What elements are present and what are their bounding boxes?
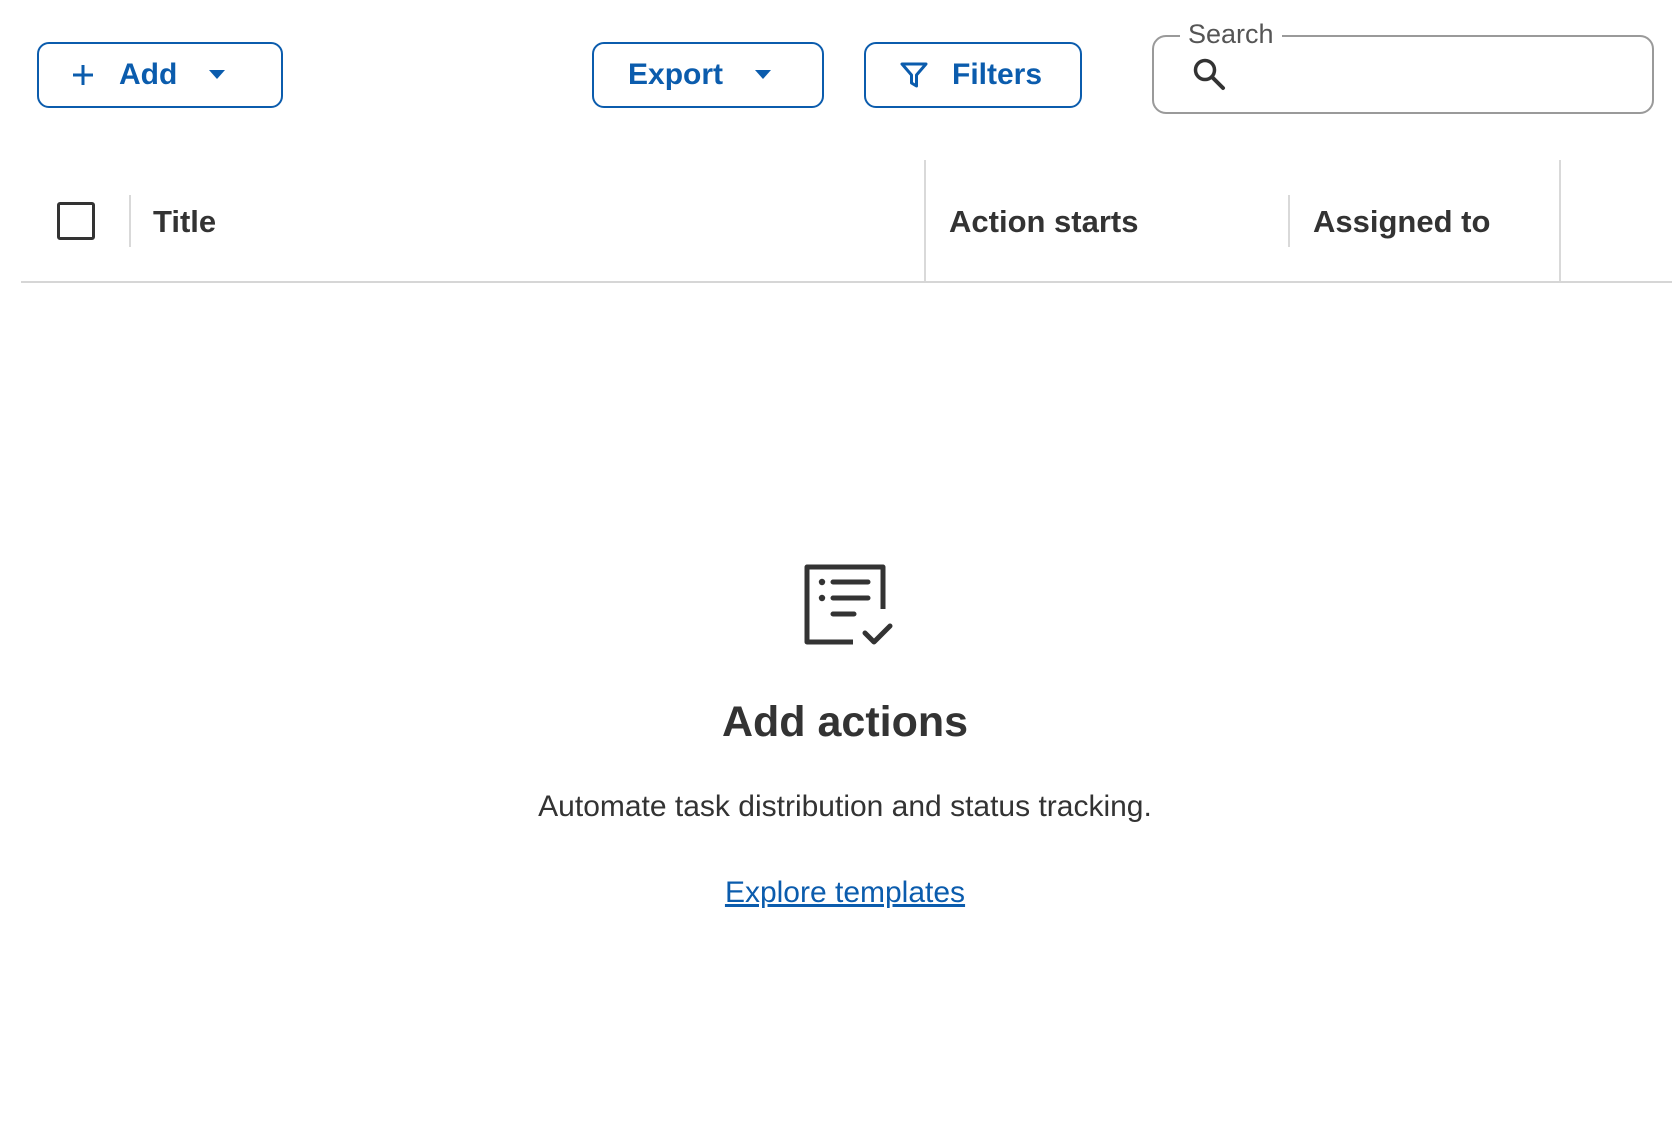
search-field[interactable]: Search [1152,17,1654,114]
plus-icon [71,63,95,87]
empty-state-description: Automate task distribution and status tr… [538,790,1152,823]
explore-templates-link[interactable]: Explore templates [725,876,965,909]
caret-down-icon [209,70,226,80]
add-button[interactable]: Add [37,42,283,108]
select-all-checkbox[interactable] [57,202,95,240]
search-icon [1192,57,1226,96]
column-header-title[interactable]: Title [153,202,216,242]
empty-state-link-container: Explore templates [0,874,1672,912]
empty-state-title: Add actions [721,698,969,746]
actions-page: Add Export Filters Search Title Action s… [0,0,1672,1126]
export-button-label: Export [628,58,724,91]
column-divider [129,195,131,247]
column-header-action-starts[interactable]: Action starts [949,202,1138,242]
table-header: Title Action starts Assigned to [21,160,1672,283]
filters-button[interactable]: Filters [864,42,1082,108]
filters-button-label: Filters [952,58,1043,91]
search-input[interactable] [1244,51,1638,99]
checklist-icon [803,563,895,654]
search-label: Search [1180,17,1282,51]
add-button-label: Add [119,58,178,91]
column-header-assigned-to[interactable]: Assigned to [1313,202,1490,242]
column-divider[interactable] [1559,160,1561,281]
caret-down-icon [755,70,772,80]
column-divider [1288,195,1290,247]
filter-icon [900,61,928,89]
export-button[interactable]: Export [592,42,824,108]
column-divider[interactable] [924,160,926,281]
